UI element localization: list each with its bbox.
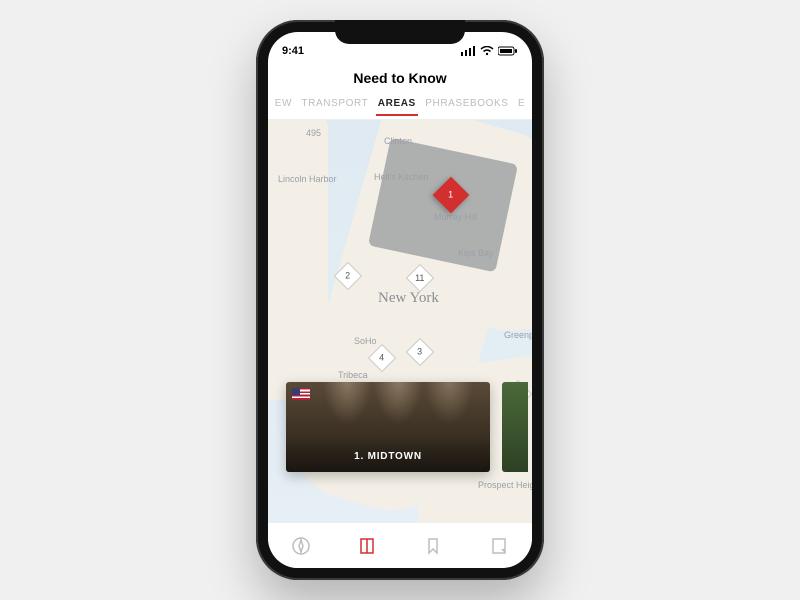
tab-e[interactable]: E	[516, 94, 527, 115]
page-title: Need to Know	[268, 70, 532, 86]
area-card-next-peek[interactable]	[502, 382, 528, 472]
notch	[335, 20, 465, 44]
status-right	[461, 46, 518, 56]
map-pin-number: 11	[415, 273, 424, 283]
screen: 9:41 Need to Know EWTRANSPORT AREASPHRASE…	[268, 32, 532, 568]
us-flag-icon	[292, 388, 310, 400]
map-pin-number: 1	[448, 190, 453, 200]
bottom-nav	[268, 522, 532, 568]
tab-phrasebooks[interactable]: PHRASEBOOKS	[423, 94, 510, 115]
tab-areas[interactable]: AREAS	[376, 94, 418, 115]
nav-guide[interactable]	[356, 535, 378, 557]
area-card-title: 1. MIDTOWN	[354, 451, 422, 462]
wifi-icon	[480, 46, 494, 56]
battery-icon	[498, 46, 518, 56]
tab-transport[interactable]: TRANSPORT	[299, 94, 370, 115]
map-viewport[interactable]: New York 495ClintonLincoln HarborHell's …	[268, 120, 532, 522]
phone-frame: 9:41 Need to Know EWTRANSPORT AREASPHRASE…	[256, 20, 544, 580]
map-label: Greenp	[504, 330, 532, 340]
header: Need to Know	[268, 64, 532, 94]
map-pin-number: 3	[417, 347, 422, 357]
map-pin-number: 2	[345, 271, 350, 281]
nav-compass[interactable]	[290, 535, 312, 557]
status-time: 9:41	[282, 45, 304, 57]
tab-bar: EWTRANSPORT AREASPHRASEBOOKS E	[268, 94, 532, 120]
nav-bookmark[interactable]	[422, 535, 444, 557]
signal-icon	[461, 46, 476, 56]
tab-ew[interactable]: EW	[273, 94, 294, 115]
area-card-midtown[interactable]: 1. MIDTOWN	[286, 382, 490, 472]
map-pin-number: 4	[379, 353, 384, 363]
nav-notes[interactable]	[488, 535, 510, 557]
